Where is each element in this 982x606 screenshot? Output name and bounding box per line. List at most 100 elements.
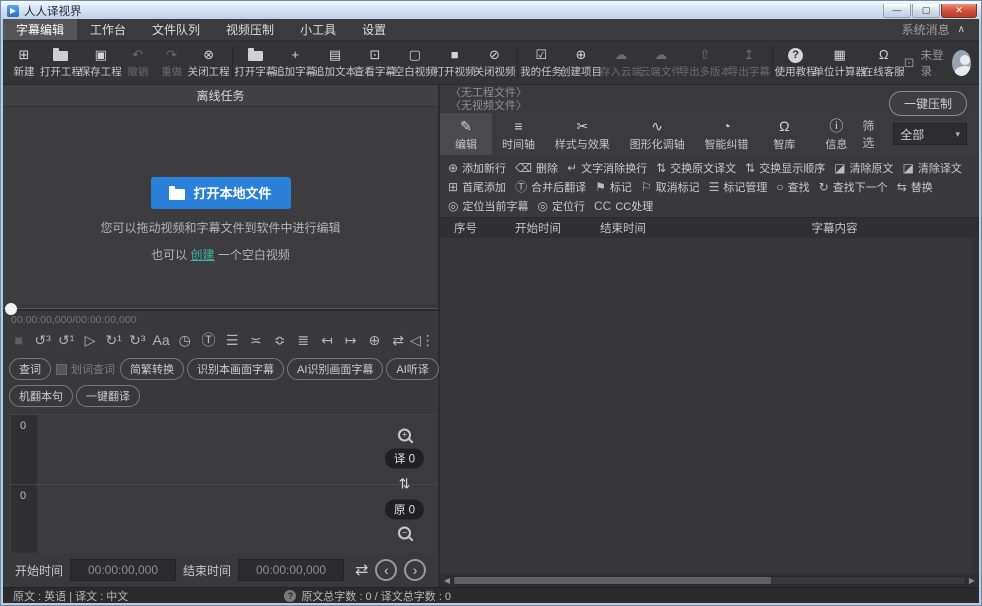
one-click-compress-button[interactable]: 一键压制 xyxy=(889,91,967,116)
menu-video-encode[interactable]: 视频压制 xyxy=(213,19,287,40)
word-select-lookup[interactable]: 划词查词 xyxy=(54,361,117,377)
next-subtitle-button[interactable]: › xyxy=(404,559,426,581)
toolbar-export-subtitle[interactable]: ↥导出字幕 xyxy=(729,41,769,84)
toolbar-blank-video[interactable]: ▢空白视频 xyxy=(395,41,435,84)
rewind-1s-icon[interactable]: ↺¹ xyxy=(54,327,78,353)
toolbar-new[interactable]: ⊞新建 xyxy=(7,41,41,84)
jump-end-icon[interactable]: ↦ xyxy=(339,327,363,353)
prev-subtitle-button[interactable]: ‹ xyxy=(375,559,397,581)
minimize-button[interactable]: — xyxy=(883,4,911,18)
swap-display-order-button[interactable]: ⇅交换显示顺序 xyxy=(745,160,825,176)
jump-start-icon[interactable]: ↤ xyxy=(315,327,339,353)
font-size-icon[interactable]: Aa xyxy=(149,327,173,353)
tab-knowledge-base[interactable]: Ω智库 xyxy=(758,113,810,155)
find-button[interactable]: ○查找 xyxy=(776,179,809,195)
menu-workbench[interactable]: 工作台 xyxy=(77,19,139,40)
toolbar-append-text[interactable]: ▤追加文本 xyxy=(315,41,355,84)
system-message[interactable]: 系统消息 ∧ xyxy=(902,19,979,40)
loop-swap-icon[interactable]: ⇄ xyxy=(355,560,368,580)
login-status[interactable]: 未登录 xyxy=(921,47,946,79)
replace-button[interactable]: ⇆替换 xyxy=(897,179,933,195)
close-button[interactable]: ✕ xyxy=(941,4,977,18)
original-text-area[interactable] xyxy=(37,485,438,554)
forward-3s-icon[interactable]: ↻³ xyxy=(126,327,150,353)
zoom-out-icon[interactable]: − xyxy=(398,527,411,540)
maximize-button[interactable]: ▢ xyxy=(912,4,940,18)
swap-vertical-icon[interactable]: ⇅ xyxy=(399,476,411,493)
find-next-button[interactable]: ↻查找下一个 xyxy=(819,179,888,195)
scrollbar-track[interactable] xyxy=(453,576,966,585)
video-drop-area[interactable]: 打开本地文件 您可以拖动视频和字幕文件到软件中进行编辑 也可以 创建 一个空白视… xyxy=(3,107,438,304)
add-head-tail-button[interactable]: ⊞首尾添加 xyxy=(448,179,506,195)
menu-settings[interactable]: 设置 xyxy=(349,19,399,40)
zoom-in-icon[interactable]: + xyxy=(398,429,411,442)
horizontal-scrollbar[interactable]: ◀ ▶ xyxy=(440,574,979,587)
volume-icon[interactable]: ◁⋮ xyxy=(410,327,434,353)
remove-linebreak-button[interactable]: ↵文字消除换行 xyxy=(567,160,647,176)
filter-select[interactable]: 全部 ▾ xyxy=(893,123,967,145)
toolbar-my-tasks[interactable]: ☑我的任务 xyxy=(521,41,561,84)
start-time-input[interactable] xyxy=(70,559,176,581)
create-blank-video-link[interactable]: 创建 xyxy=(190,248,214,262)
ai-ocr-subtitle-button[interactable]: AI识别画面字幕 xyxy=(287,358,383,380)
stop-icon[interactable]: ■ xyxy=(7,327,31,353)
menu-subtitle-edit[interactable]: 字幕编辑 xyxy=(3,19,77,40)
lookup-word-button[interactable]: 查词 xyxy=(9,358,51,380)
toolbar-close-video[interactable]: ⊘关闭视频 xyxy=(475,41,515,84)
mark-manager-button[interactable]: ☰标记管理 xyxy=(709,179,768,195)
menu-file-queue[interactable]: 文件队列 xyxy=(139,19,213,40)
swap-source-translation-button[interactable]: ⇅交换原文译文 xyxy=(656,160,736,176)
seek-handle[interactable] xyxy=(5,303,17,315)
unmark-button[interactable]: ⚐取消标记 xyxy=(641,179,700,195)
toolbar-online-support[interactable]: Ω在线客服 xyxy=(864,41,904,84)
vertical-scrollbar[interactable] xyxy=(972,238,979,574)
end-time-input[interactable] xyxy=(238,559,344,581)
toolbar-tutorial[interactable]: ?使用教程 xyxy=(776,41,816,84)
original-editor[interactable]: 0 xyxy=(11,484,438,554)
help-icon[interactable]: ? xyxy=(284,590,296,602)
text-style-icon[interactable]: Ⓣ xyxy=(197,327,221,353)
add-line-button[interactable]: ⊕添加新行 xyxy=(448,160,506,176)
toolbar-close-project[interactable]: ⊗关闭工程 xyxy=(189,41,229,84)
forward-1s-icon[interactable]: ↻¹ xyxy=(102,327,126,353)
align-lines-icon[interactable]: ≣ xyxy=(291,327,315,353)
scroll-left-icon[interactable]: ◀ xyxy=(441,576,453,585)
toolbar-save-project[interactable]: ▣保存工程 xyxy=(81,41,121,84)
toolbar-open-video[interactable]: ■打开视频 xyxy=(435,41,475,84)
open-local-file-button[interactable]: 打开本地文件 xyxy=(151,177,291,209)
checkbox-icon[interactable] xyxy=(56,364,67,375)
loop-swap-icon[interactable]: ⇄ xyxy=(386,327,410,353)
play-icon[interactable]: ▷ xyxy=(78,327,102,353)
toolbar-redo[interactable]: ↷重做 xyxy=(155,41,189,84)
tune-sliders-icon[interactable]: ☰ xyxy=(220,327,244,353)
toolbar-undo[interactable]: ↶撤销 xyxy=(121,41,155,84)
subtitle-split-icon[interactable]: ≎ xyxy=(268,327,292,353)
toolbar-view-subtitle[interactable]: ⊡查看字幕 xyxy=(355,41,395,84)
seek-bar[interactable] xyxy=(3,304,438,314)
toolbar-open-project[interactable]: 打开工程 xyxy=(41,41,81,84)
translation-text-area[interactable] xyxy=(37,415,438,484)
tab-smart-correction[interactable]: ◔智能纠错 xyxy=(695,113,759,155)
machine-translate-sentence-button[interactable]: 机翻本句 xyxy=(9,385,73,407)
locate-current-subtitle-button[interactable]: ◎定位当前字幕 xyxy=(448,198,528,214)
toolbar-append-subtitle[interactable]: +追加字幕 xyxy=(275,41,315,84)
locate-line-button[interactable]: ◎定位行 xyxy=(537,198,584,214)
toolbar-unit-calculator[interactable]: ▦单位计算器 xyxy=(816,41,864,84)
clear-translation-button[interactable]: ◪清除译文 xyxy=(903,160,962,176)
one-click-translate-button[interactable]: 一键翻译 xyxy=(76,385,140,407)
scroll-right-icon[interactable]: ▶ xyxy=(966,576,978,585)
toolbar-open-subtitle[interactable]: 打开字幕 xyxy=(235,41,275,84)
toolbar-cloud-files[interactable]: ☁云端文件 xyxy=(641,41,681,84)
toolbar-create-project[interactable]: ⊕创建项目 xyxy=(561,41,601,84)
tab-styles-effects[interactable]: ✂样式与效果 xyxy=(545,113,620,155)
clock-icon[interactable]: ◷ xyxy=(173,327,197,353)
simplified-traditional-button[interactable]: 简繁转换 xyxy=(120,358,184,380)
tab-info[interactable]: ⓘ信息 xyxy=(810,113,862,155)
delete-button[interactable]: ⌫删除 xyxy=(515,160,558,176)
merge-translate-button[interactable]: Ⓣ合并后翻译 xyxy=(515,178,586,195)
toolbar-save-to-cloud[interactable]: ☁存入云端 xyxy=(601,41,641,84)
subtitle-merge-icon[interactable]: ≍ xyxy=(244,327,268,353)
locate-target-icon[interactable]: ⊕ xyxy=(363,327,387,353)
ai-transcribe-button[interactable]: AI听译 xyxy=(386,358,438,380)
avatar[interactable] xyxy=(952,50,971,76)
